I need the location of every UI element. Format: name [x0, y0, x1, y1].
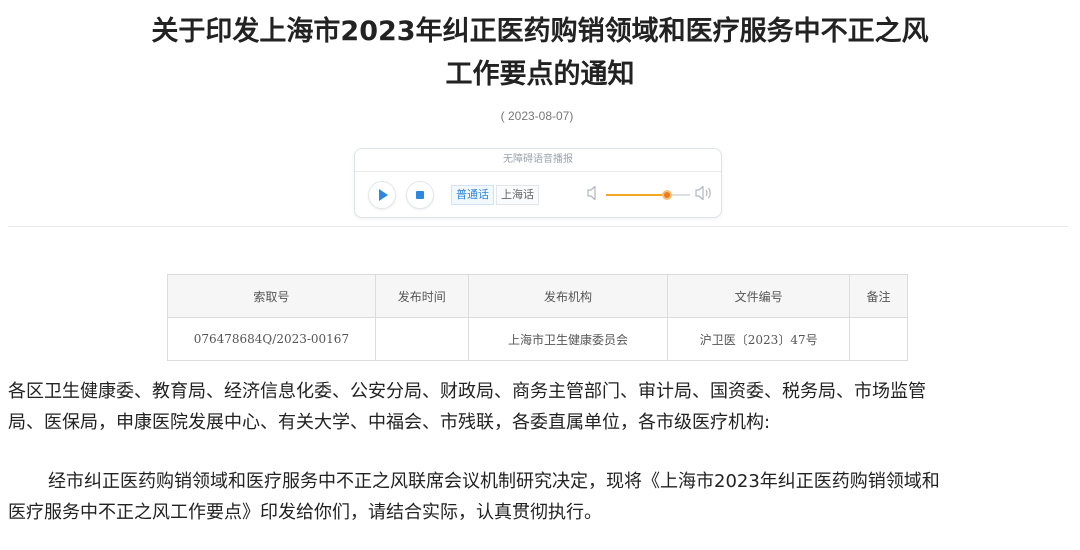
paragraph-line: 医疗服务中不正之风工作要点》印发给你们，请结合实际，认真贯彻执行。 [8, 502, 602, 523]
title-line-1: 关于印发上海市2023年纠正医药购销领域和医疗服务中不正之风 [151, 16, 929, 47]
volume-knob[interactable] [662, 190, 673, 200]
header-remarks: 备注 [849, 274, 908, 318]
header-publish-time: 发布时间 [374, 274, 469, 318]
header-index-number: 索取号 [167, 274, 376, 318]
player-label: 无障碍语音播报 [355, 149, 721, 172]
lang-mandarin-button[interactable]: 普通话 [451, 185, 494, 205]
stop-button[interactable] [406, 181, 434, 209]
publish-date: ( 2023-08-07) [500, 109, 574, 123]
paragraph-line: 经市纠正医药购销领域和医疗服务中不正之风联席会议机制研究决定，现将《上海市202… [48, 471, 940, 492]
volume-slider[interactable] [606, 190, 690, 200]
cell-publish-time [374, 317, 469, 361]
divider [8, 226, 1068, 227]
page-title: 关于印发上海市2023年纠正医药购销领域和医疗服务中不正之风 工作要点的通知 [0, 10, 1080, 96]
cell-document-number: 沪卫医〔2023〕47号 [667, 317, 851, 361]
play-icon [379, 189, 388, 201]
stop-icon [416, 191, 424, 199]
header-publisher: 发布机构 [467, 274, 669, 318]
volume-low-icon[interactable] [587, 185, 599, 205]
volume-fill [606, 194, 668, 196]
notice-paragraph: 经市纠正医药购销领域和医疗服务中不正之风联席会议机制研究决定，现将《上海市202… [8, 466, 1074, 528]
metadata-table: 索取号 发布时间 发布机构 文件编号 备注 076478684Q/2023-00… [167, 274, 908, 361]
play-button[interactable] [368, 181, 396, 209]
audio-player: 无障碍语音播报 普通话 上海话 [354, 148, 722, 218]
paragraph-line: 局、医保局，申康医院发展中心、有关大学、中福会、市残联，各委直属单位，各市级医疗… [8, 412, 771, 433]
volume-high-icon[interactable] [695, 185, 713, 205]
cell-publisher: 上海市卫生健康委员会 [467, 317, 669, 361]
paragraph-line: 各区卫生健康委、教育局、经济信息化委、公安分局、财政局、商务主管部门、审计局、国… [8, 381, 926, 402]
header-document-number: 文件编号 [667, 274, 851, 318]
addressee-paragraph: 各区卫生健康委、教育局、经济信息化委、公安分局、财政局、商务主管部门、审计局、国… [8, 376, 1074, 438]
table-row: 076478684Q/2023-00167 上海市卫生健康委员会 沪卫医〔202… [167, 317, 908, 361]
cell-remarks [849, 317, 908, 361]
lang-shanghainese-button[interactable]: 上海话 [496, 185, 539, 205]
cell-index-number: 076478684Q/2023-00167 [167, 317, 376, 361]
title-line-2: 工作要点的通知 [445, 59, 635, 90]
table-header-row: 索取号 发布时间 发布机构 文件编号 备注 [167, 274, 908, 318]
